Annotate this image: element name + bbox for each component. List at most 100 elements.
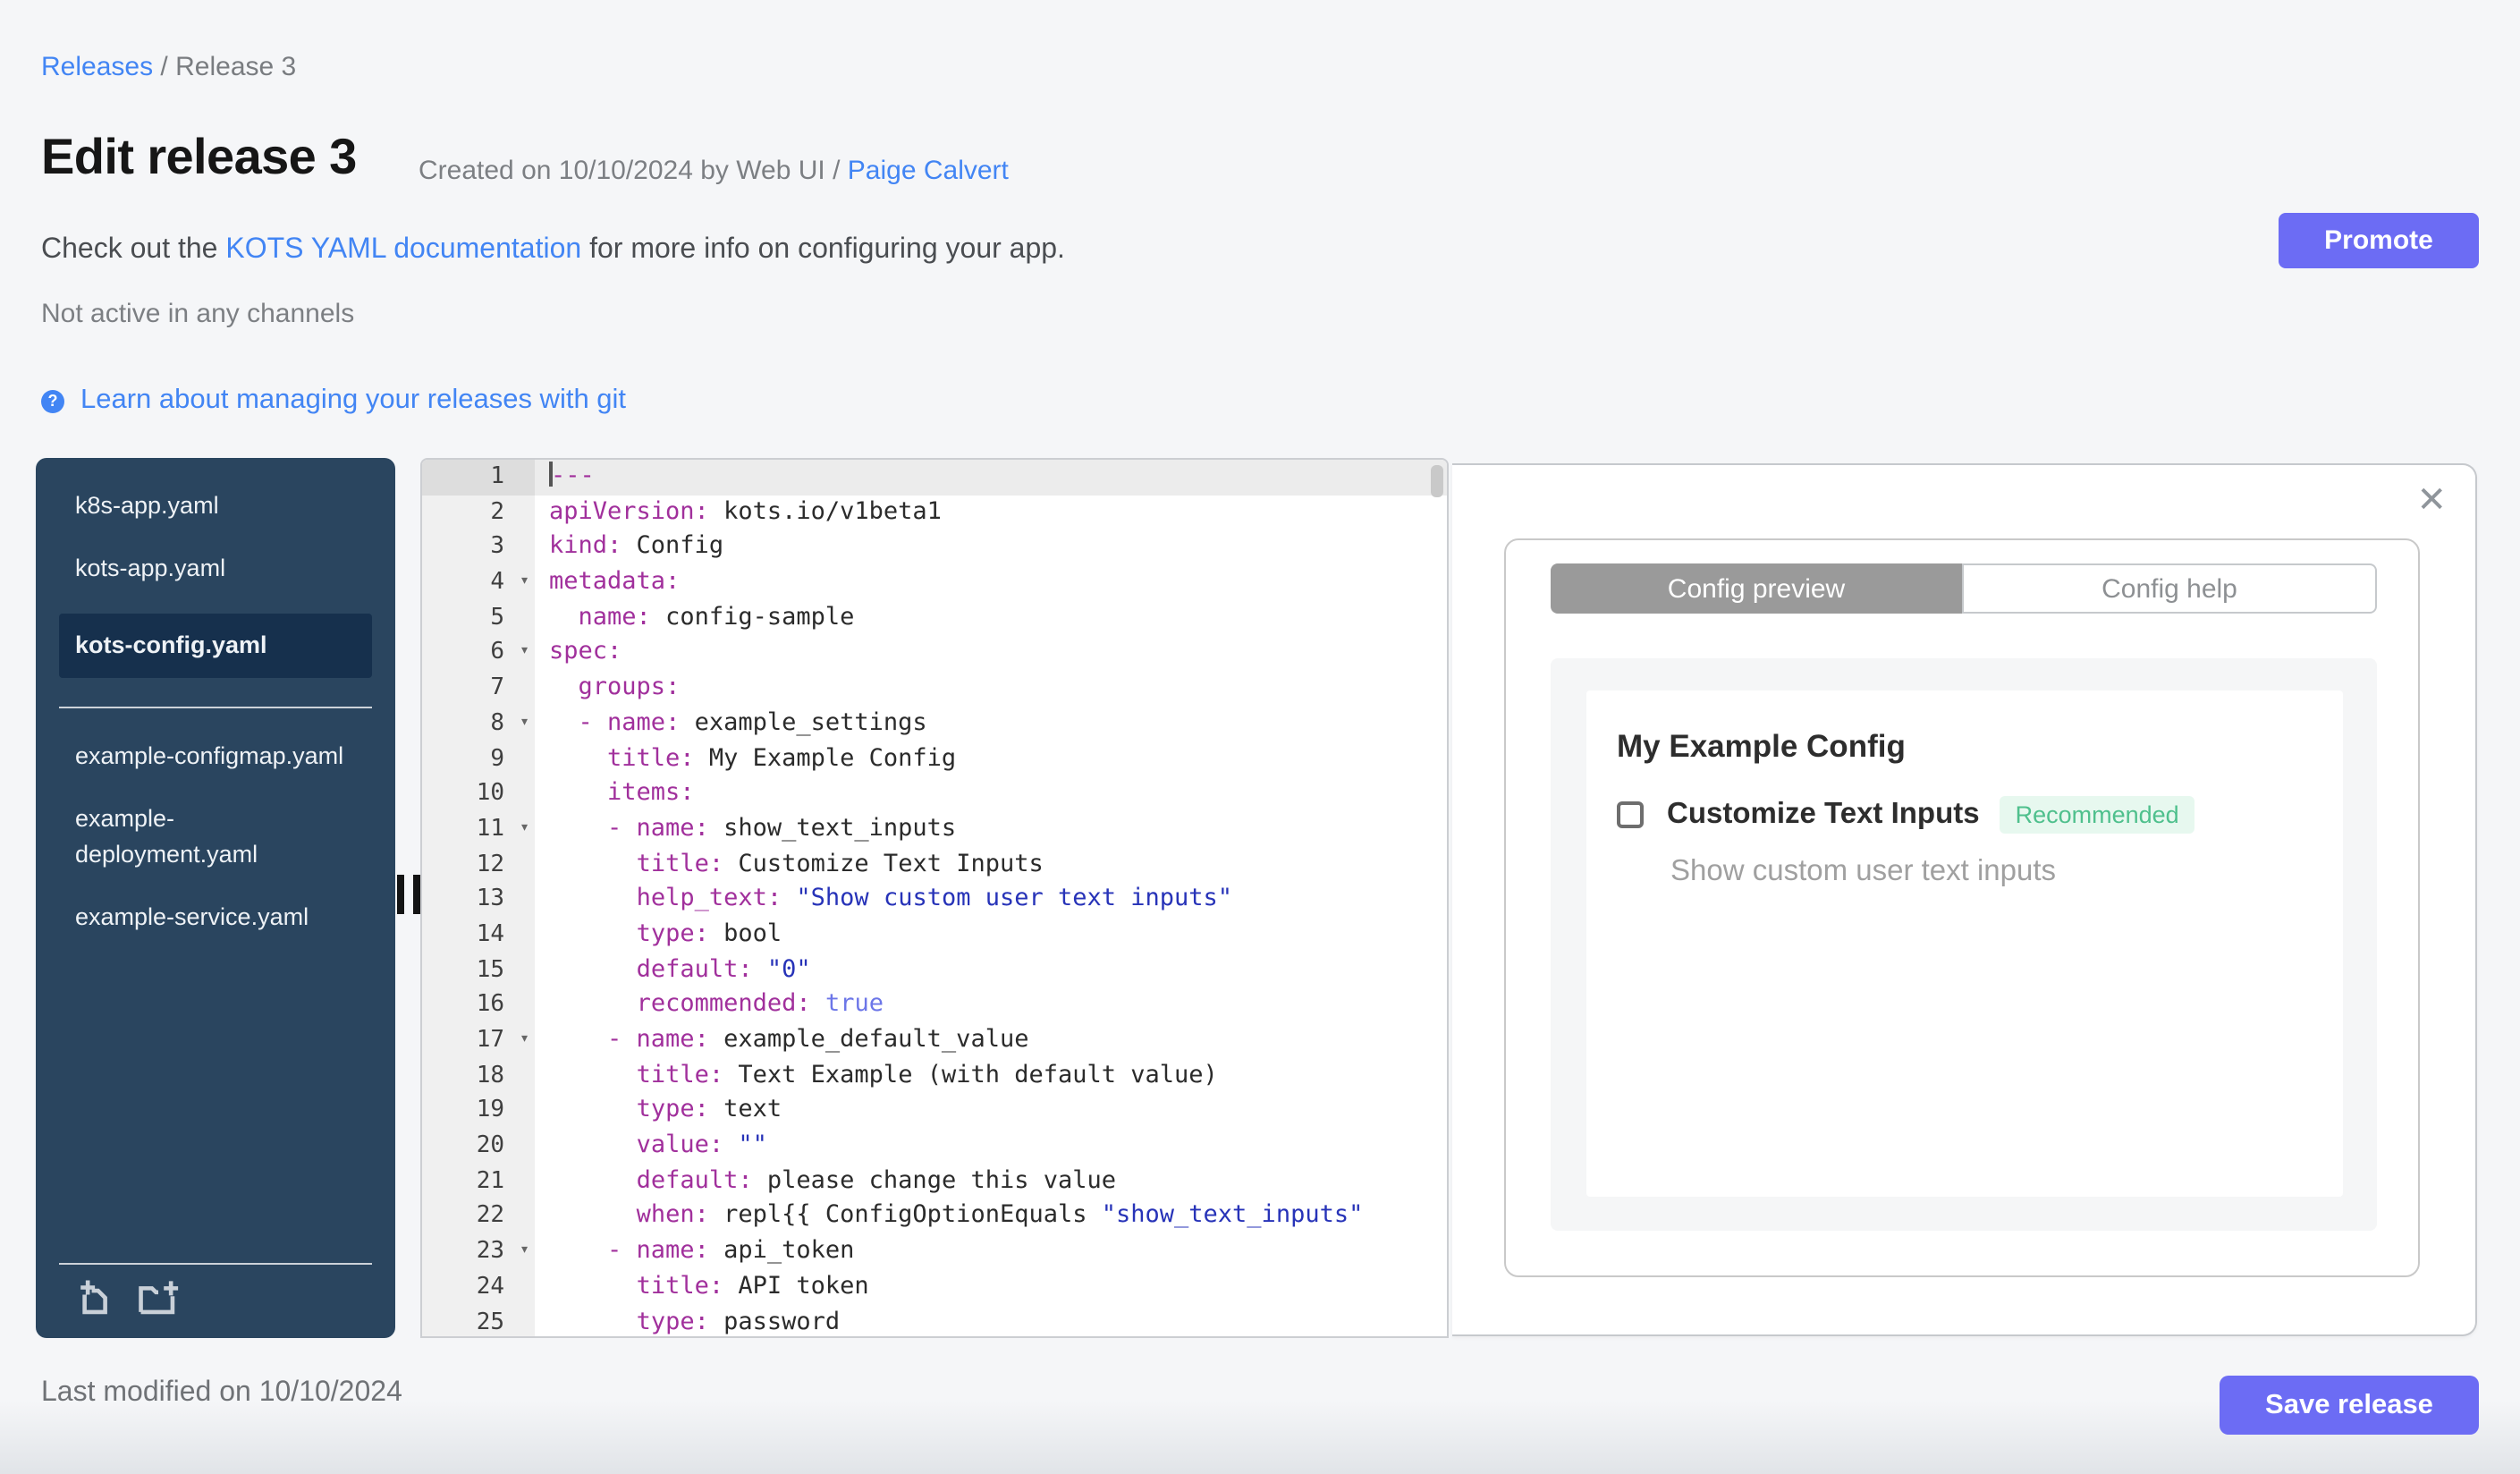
recommended-badge: Recommended [1999,796,2195,834]
docs-line: Check out the KOTS YAML documentation fo… [41,234,1065,267]
code-text: help_text: "Show custom user text inputs… [636,884,1233,913]
kots-yaml-docs-link[interactable]: KOTS YAML documentation [225,234,581,265]
new-file-icon[interactable] [75,1277,116,1318]
config-group-title: My Example Config [1617,728,1906,764]
code-line-9[interactable]: 9 title: My Example Config [422,741,1447,777]
preview-tabs: Config preview Config help [1551,563,2377,614]
code-line-25[interactable]: 25 type: password [422,1305,1447,1336]
file-item-kots-app.yaml[interactable]: kots-app.yaml [75,551,356,587]
code-line-17[interactable]: 17 ▾ - name: example_default_value [422,1023,1447,1059]
code-lines: 1 --- 2 apiVersion: kots.io/v1beta1 3 kind: C… [422,460,1447,1336]
breadcrumb-separator: / [153,52,176,82]
code-text: spec: [549,637,622,666]
code-line-22[interactable]: 22 when: repl{{ ConfigOptionEquals "show… [422,1199,1447,1235]
code-line-14[interactable]: 14 type: bool [422,917,1447,953]
line-number: 24 [422,1269,535,1305]
line-number: 15 [422,953,535,988]
sidebar-resize-handle[interactable] [397,875,422,914]
line-number: 4 ▾ [422,565,535,601]
code-text: title: Customize Text Inputs [636,849,1044,878]
code-text: type: password [636,1307,841,1335]
file-list: k8s-app.yaml kots-app.yaml kots-config.yam… [36,458,395,936]
code-line-1[interactable]: 1 --- [422,460,1447,496]
breadcrumb-releases-link[interactable]: Releases [41,52,153,82]
code-line-12[interactable]: 12 title: Customize Text Inputs [422,847,1447,883]
code-text: default: "0" [636,954,811,984]
save-release-button[interactable]: Save release [2220,1376,2479,1435]
code-line-24[interactable]: 24 title: API token [422,1269,1447,1305]
config-item-row: Customize Text Inputs Recommended [1617,796,2195,834]
customize-text-inputs-checkbox[interactable] [1617,801,1644,828]
code-text: kind: Config [549,531,724,561]
code-line-11[interactable]: 11 ▾ - name: show_text_inputs [422,811,1447,848]
docs-prefix: Check out the [41,234,226,265]
line-number: 1 [422,460,535,496]
line-number: 8 ▾ [422,706,535,741]
code-text: - name: api_token [607,1236,855,1266]
line-number: 6 ▾ [422,635,535,672]
created-meta: Created on 10/10/2024 by Web UI / Paige … [419,156,1009,186]
code-line-13[interactable]: 13 help_text: "Show custom user text inp… [422,882,1447,918]
code-line-18[interactable]: 18 title: Text Example (with default val… [422,1058,1447,1094]
code-text: --- [549,462,595,490]
yaml-editor[interactable]: 1 --- 2 apiVersion: kots.io/v1beta1 3 kind: C… [420,458,1449,1338]
code-text: - name: example_default_value [607,1025,1029,1054]
channel-status: Not active in any channels [41,299,355,329]
config-item-help-text: Show custom user text inputs [1670,855,2057,887]
fold-arrow-icon[interactable]: ▾ [520,1234,529,1269]
sidebar-footer [59,1263,372,1338]
code-line-20[interactable]: 20 value: "" [422,1129,1447,1165]
code-line-16[interactable]: 16 recommended: true [422,987,1447,1023]
code-text: value: "" [636,1131,767,1160]
tab-config-preview[interactable]: Config preview [1551,563,1962,614]
question-mark-icon[interactable]: ? [41,389,64,412]
promote-button[interactable]: Promote [2279,213,2479,268]
editor-scrollbar[interactable] [1431,465,1443,497]
fold-arrow-icon[interactable]: ▾ [520,1023,529,1058]
code-line-15[interactable]: 15 default: "0" [422,953,1447,988]
code-line-4[interactable]: 4 ▾ metadata: [422,565,1447,601]
code-line-5[interactable]: 5 name: config-sample [422,600,1447,636]
code-line-21[interactable]: 21 default: please change this value [422,1164,1447,1199]
file-item-kots-config.yaml[interactable]: kots-config.yaml [59,614,372,678]
code-text: apiVersion: kots.io/v1beta1 [549,496,942,526]
code-line-19[interactable]: 19 type: text [422,1093,1447,1130]
fold-arrow-icon[interactable]: ▾ [520,707,529,741]
code-text: metadata: [549,567,681,597]
line-number: 9 [422,741,535,777]
new-folder-icon[interactable] [136,1277,181,1318]
code-text: default: please change this value [636,1165,1117,1195]
line-number: 21 [422,1164,535,1199]
edit-release-page: Releases / Release 3 Edit release 3 Crea… [0,0,2520,1474]
line-number: 19 [422,1093,535,1130]
page-title: Edit release 3 [41,129,357,184]
line-number: 11 ▾ [422,811,535,848]
author-link[interactable]: Paige Calvert [848,156,1009,186]
file-item-example-configmap.yaml[interactable]: example-configmap.yaml [75,739,356,775]
file-item-example-service.yaml[interactable]: example-service.yaml [75,900,356,936]
code-line-6[interactable]: 6 ▾ spec: [422,635,1447,672]
file-item-example-deployment.yaml[interactable]: example-deployment.yaml [75,801,356,873]
code-line-8[interactable]: 8 ▾ - name: example_settings [422,706,1447,741]
code-line-23[interactable]: 23 ▾ - name: api_token [422,1234,1447,1270]
git-releases-link[interactable]: Learn about managing your releases with … [80,385,626,417]
code-text: type: bool [636,919,782,948]
code-line-10[interactable]: 10 items: [422,776,1447,812]
code-line-3[interactable]: 3 kind: Config [422,529,1447,566]
breadcrumb-current: Release 3 [175,52,297,82]
docs-suffix: for more info on configuring your app. [581,234,1065,265]
code-line-7[interactable]: 7 groups: [422,671,1447,707]
line-number: 10 [422,776,535,812]
close-icon[interactable]: ✕ [2416,483,2447,519]
fold-arrow-icon[interactable]: ▾ [520,812,529,847]
code-text: - name: example_settings [578,707,927,737]
code-text: type: text [636,1095,782,1124]
fold-arrow-icon[interactable]: ▾ [520,636,529,671]
line-number: 17 ▾ [422,1023,535,1059]
fold-arrow-icon[interactable]: ▾ [520,565,529,600]
file-item-k8s-app.yaml[interactable]: k8s-app.yaml [75,488,356,524]
code-line-2[interactable]: 2 apiVersion: kots.io/v1beta1 [422,495,1447,530]
tab-config-help[interactable]: Config help [1962,563,2377,614]
code-text: when: repl{{ ConfigOptionEquals "show_te… [636,1200,1364,1230]
code-text: recommended: true [636,989,884,1019]
